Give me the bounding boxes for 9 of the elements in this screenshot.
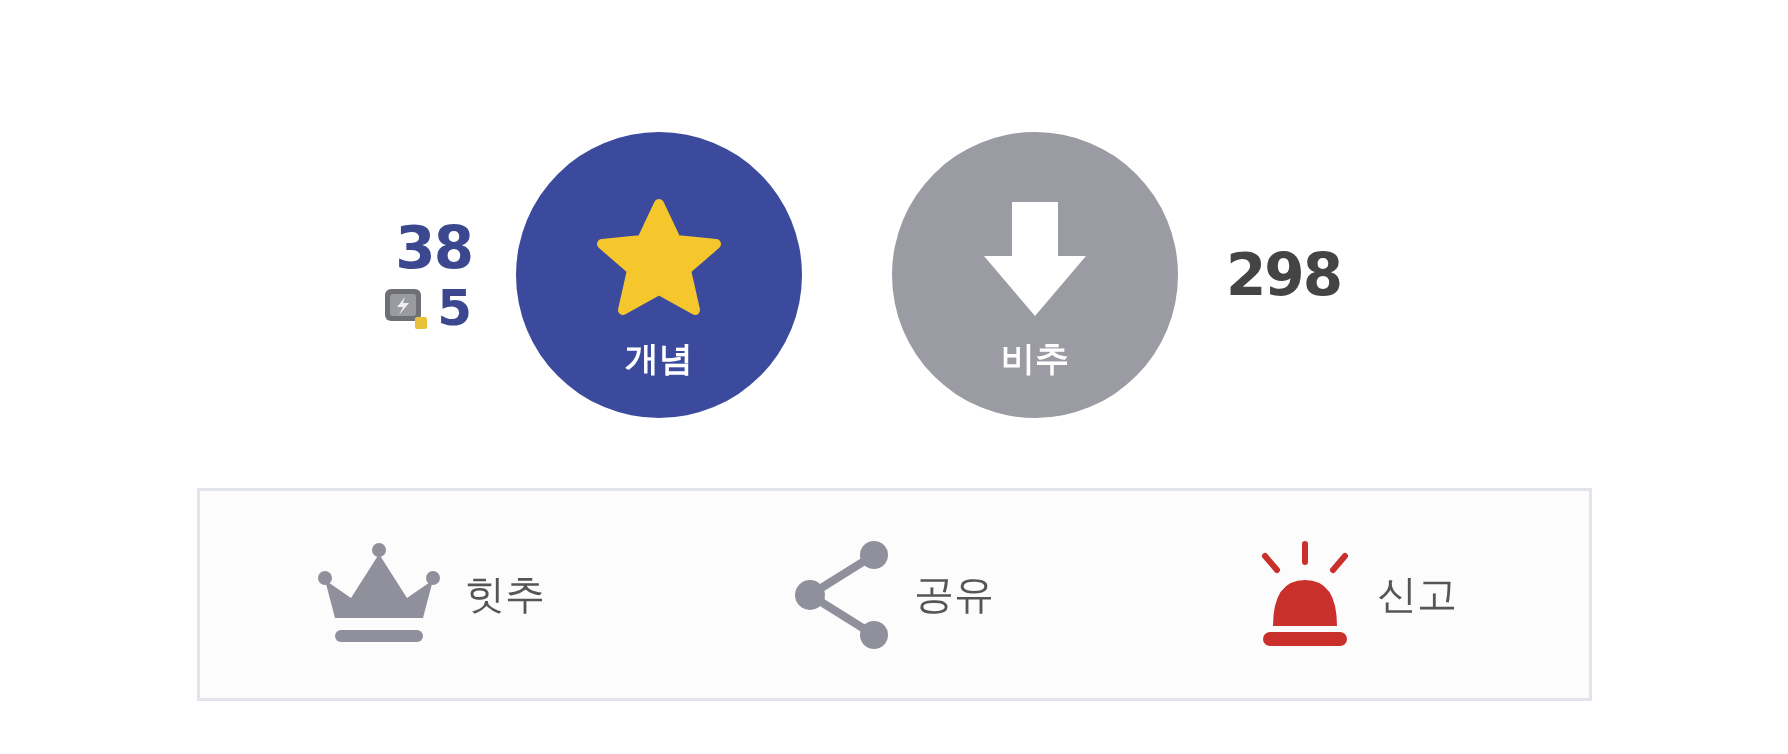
- downvote-count: 298: [1226, 241, 1343, 309]
- star-icon: [594, 198, 724, 318]
- share-button[interactable]: 공유: [788, 538, 1000, 651]
- fixed-upvote-count: 5: [437, 282, 472, 333]
- share-icon: [794, 539, 890, 650]
- hit-recommend-button[interactable]: 힛추: [311, 540, 551, 649]
- report-button[interactable]: 신고: [1251, 538, 1463, 651]
- upvote-count: 38: [395, 217, 472, 281]
- upvote-button[interactable]: 개념: [516, 132, 802, 418]
